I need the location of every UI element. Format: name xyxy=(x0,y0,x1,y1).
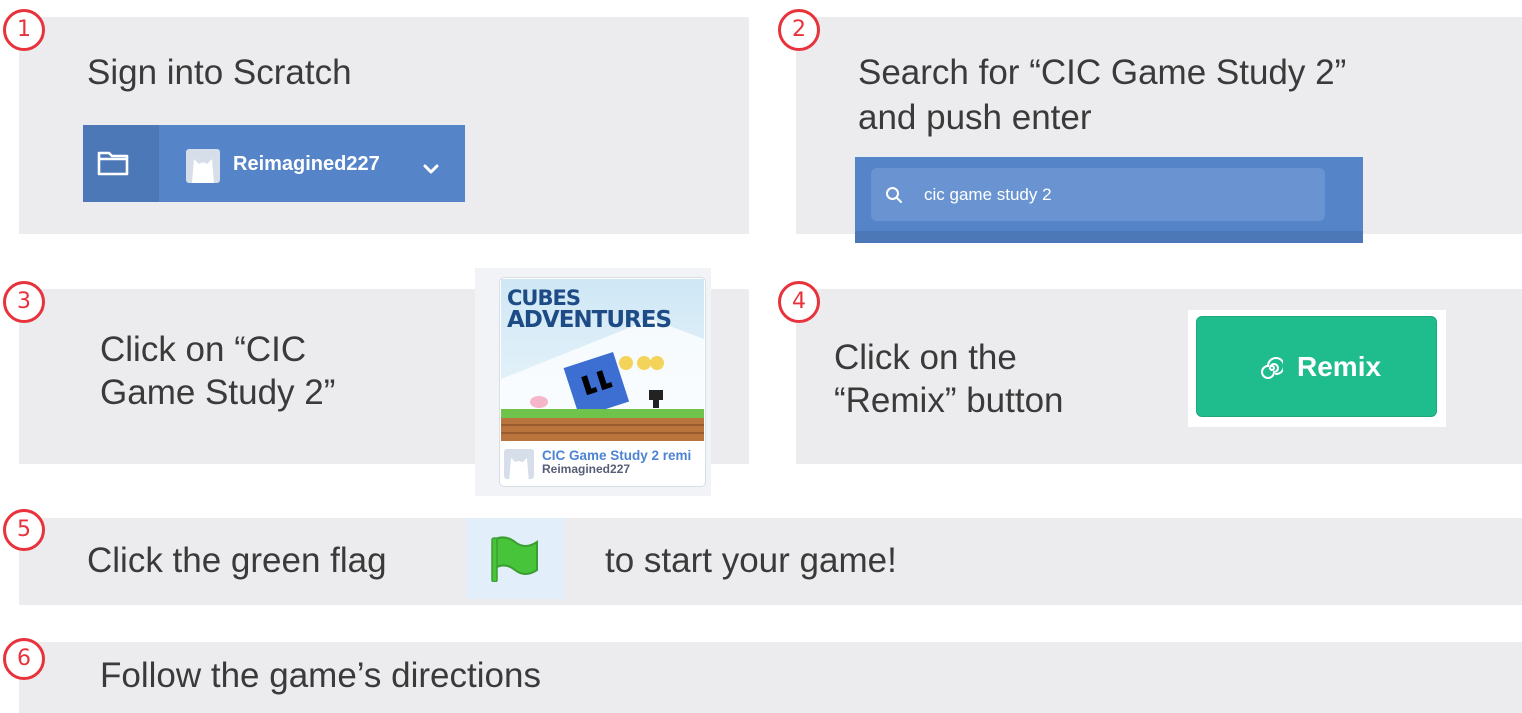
step-5-text-after: to start your game! xyxy=(605,541,897,580)
folder-button[interactable] xyxy=(83,125,159,202)
step-3-text-line2: Game Study 2” xyxy=(100,373,336,412)
folder-icon xyxy=(97,151,129,176)
step-1-number: 1 xyxy=(3,9,45,51)
step-6-number: 6 xyxy=(3,638,45,680)
chevron-down-icon[interactable] xyxy=(423,163,439,175)
avatar[interactable] xyxy=(186,149,220,183)
step-4-number: 4 xyxy=(778,281,820,323)
remix-button[interactable]: Remix xyxy=(1196,316,1437,417)
thumbnail-title-line2: ADVENTURES xyxy=(507,307,672,333)
cat-avatar-icon xyxy=(192,159,214,183)
remix-swirl-icon xyxy=(1261,357,1283,379)
step-5-text-before: Click the green flag xyxy=(87,541,387,580)
username[interactable]: Reimagined227 xyxy=(233,152,380,176)
scratch-search-bar: cic game study 2 xyxy=(855,155,1363,243)
thumbnail-title-line1: CUBES xyxy=(507,286,581,310)
green-flag-icon xyxy=(491,536,538,582)
step-2-text-line2: and push enter xyxy=(858,98,1092,137)
cat-avatar-icon xyxy=(509,457,529,479)
search-icon xyxy=(886,187,902,203)
step-2-number: 2 xyxy=(778,9,820,51)
step-6-text: Follow the game’s directions xyxy=(100,656,541,695)
step-5-number: 5 xyxy=(3,509,45,551)
search-input[interactable]: cic game study 2 xyxy=(871,168,1325,221)
step-4-text-line1: Click on the xyxy=(834,338,1017,377)
project-card[interactable]: CUBES ADVENTURES CIC Game Study 2 remi R… xyxy=(475,268,711,496)
author-avatar[interactable] xyxy=(504,449,534,479)
scratch-account-bar: Reimagined227 xyxy=(83,125,465,202)
step-2-text-line1: Search for “CIC Game Study 2” xyxy=(858,53,1347,92)
search-query: cic game study 2 xyxy=(924,185,1052,204)
green-flag-button[interactable] xyxy=(467,518,564,599)
step-1-text: Sign into Scratch xyxy=(87,53,352,92)
step-3-number: 3 xyxy=(3,281,45,323)
project-thumbnail[interactable]: CUBES ADVENTURES xyxy=(501,279,704,441)
step-4-text-line2: “Remix” button xyxy=(834,381,1064,420)
project-author-link[interactable]: Reimagined227 xyxy=(542,462,630,476)
step-3-text-line1: Click on “CIC xyxy=(100,330,307,369)
remix-button-label: Remix xyxy=(1297,351,1382,382)
remix-button-screenshot: Remix xyxy=(1188,310,1446,427)
